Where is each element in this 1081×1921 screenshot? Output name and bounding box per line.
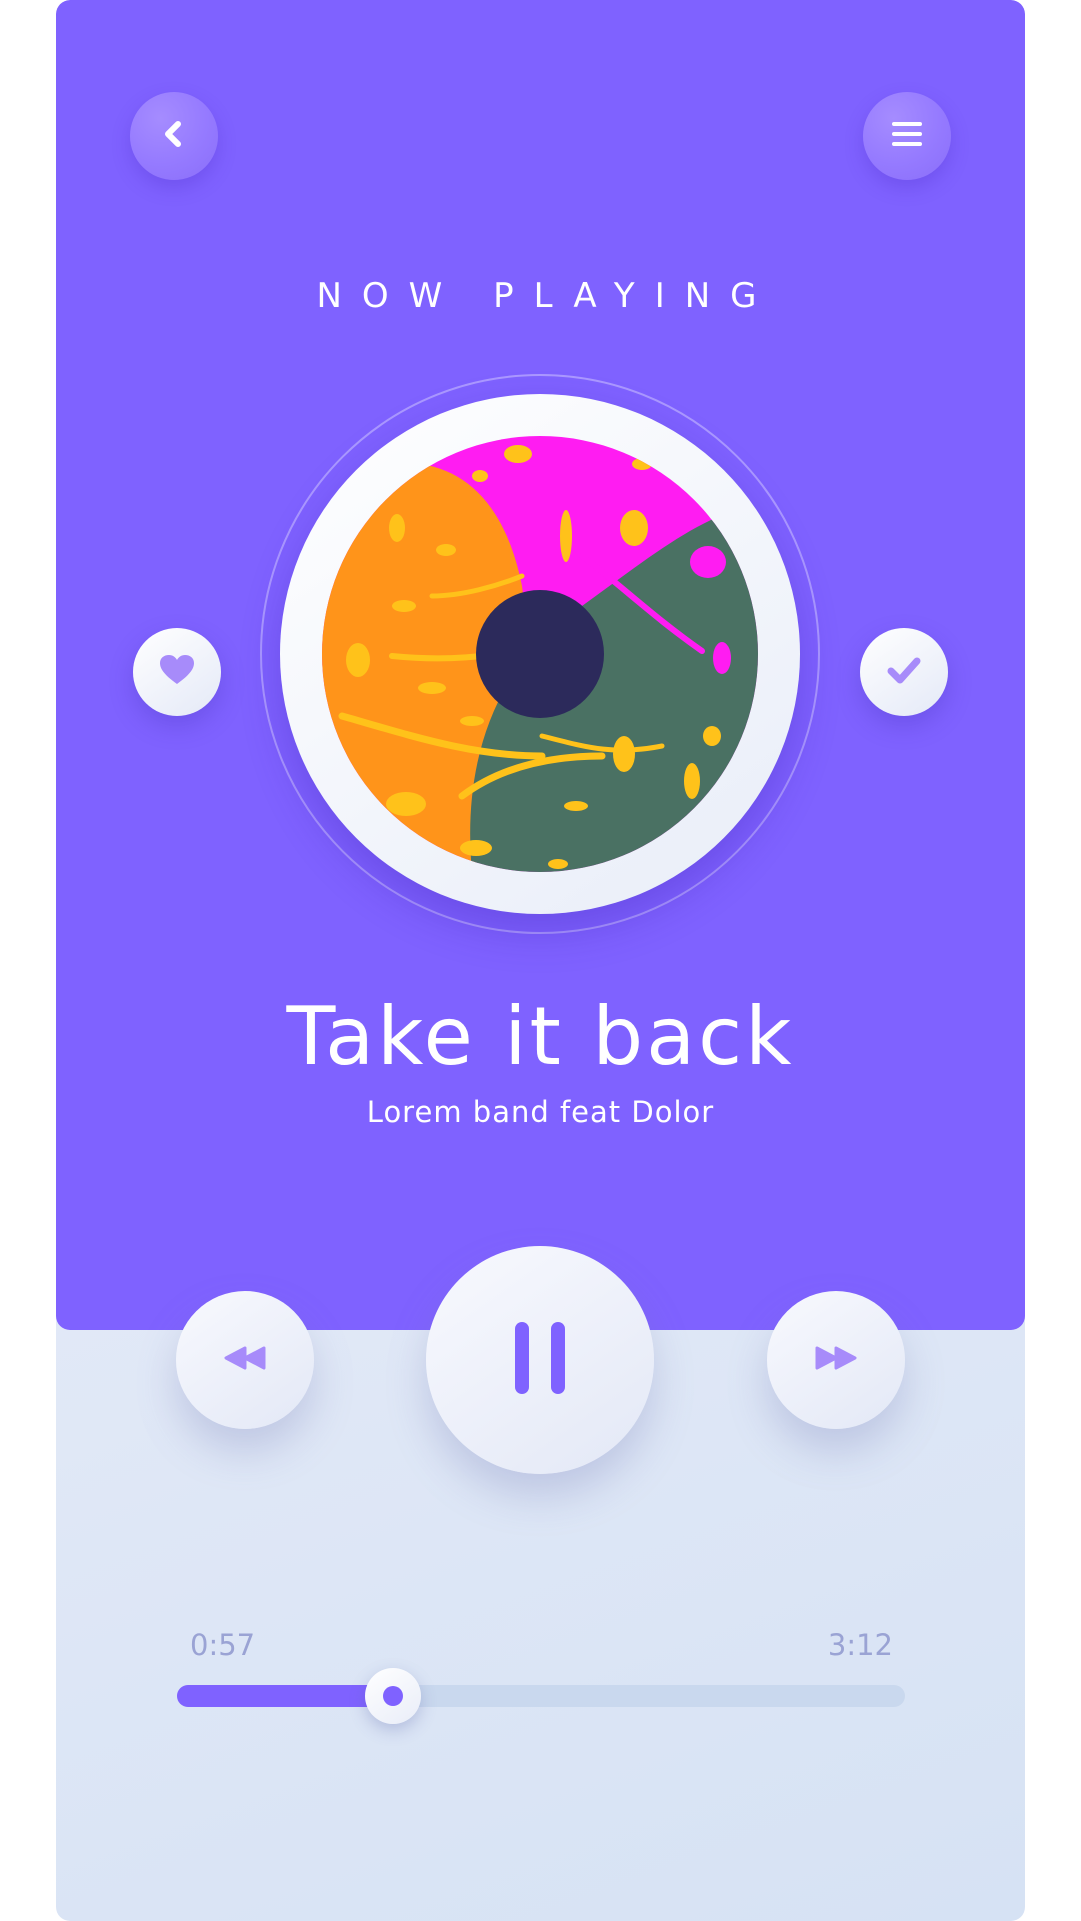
chevron-left-icon	[157, 117, 191, 155]
check-button[interactable]	[860, 628, 948, 716]
track-title: Take it back	[286, 990, 795, 1083]
heart-icon	[159, 654, 195, 690]
hero-panel: NOW PLAYING Take it back Lorem band feat…	[56, 0, 1025, 1330]
pause-button[interactable]	[426, 1246, 654, 1474]
elapsed-time: 0:57	[190, 1628, 256, 1662]
page-title: NOW PLAYING	[316, 276, 777, 316]
track-artist: Lorem band feat Dolor	[366, 1095, 715, 1129]
pause-icon	[513, 1320, 567, 1400]
forward-button[interactable]	[767, 1291, 905, 1429]
menu-button[interactable]	[863, 92, 951, 180]
player-screen: NOW PLAYING Take it back Lorem band feat…	[56, 0, 1025, 1921]
like-button[interactable]	[133, 628, 221, 716]
fast-forward-icon	[813, 1344, 859, 1376]
hamburger-menu-icon	[889, 119, 925, 153]
progress-thumb[interactable]	[365, 1668, 421, 1724]
album-art	[322, 436, 758, 872]
back-button[interactable]	[130, 92, 218, 180]
album-disc	[280, 394, 800, 914]
checkmark-icon	[887, 656, 921, 688]
progress-bar[interactable]	[177, 1668, 905, 1724]
progress-thumb-dot	[383, 1686, 403, 1706]
rewind-icon	[222, 1344, 268, 1376]
total-time: 3:12	[827, 1628, 893, 1662]
rewind-button[interactable]	[176, 1291, 314, 1429]
progress-fill	[177, 1685, 393, 1707]
